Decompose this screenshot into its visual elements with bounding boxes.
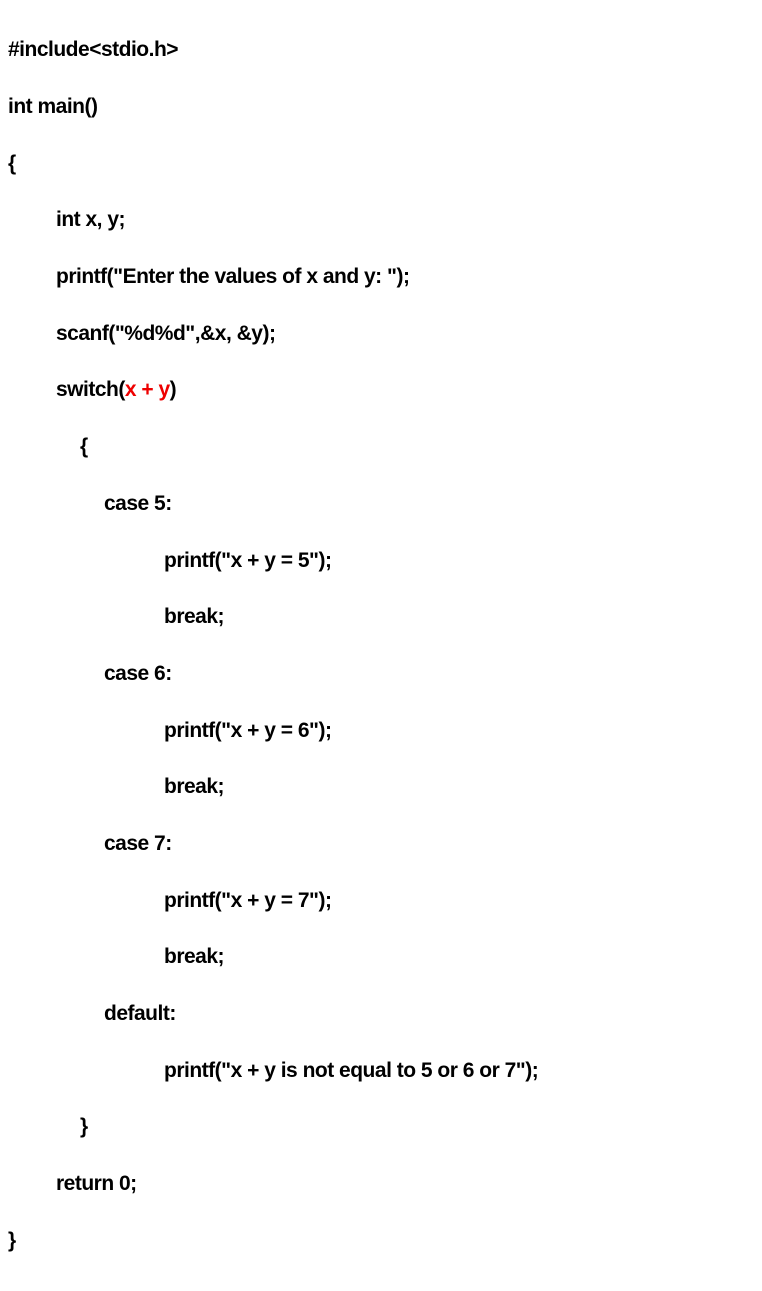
code-line-default: default: xyxy=(8,1000,754,1028)
code-line-case-6: case 6: xyxy=(8,660,754,688)
code-line-case-5: case 5: xyxy=(8,490,754,518)
code-line-main-decl: int main() xyxy=(8,93,754,121)
code-line-switch: switch(x + y) xyxy=(8,376,754,404)
code-line-return: return 0; xyxy=(8,1170,754,1198)
code-line-include: #include<stdio.h> xyxy=(8,36,754,64)
code-block: #include<stdio.h> int main() { int x, y;… xyxy=(8,8,754,1283)
code-line-break-7: break; xyxy=(8,943,754,971)
code-line-brace-open: { xyxy=(8,150,754,178)
code-line-switch-brace-open: { xyxy=(8,433,754,461)
code-line-brace-close: } xyxy=(8,1227,754,1255)
code-line-scanf: scanf("%d%d",&x, &y); xyxy=(8,320,754,348)
switch-keyword: switch( xyxy=(56,378,125,401)
code-line-var-decl: int x, y; xyxy=(8,206,754,234)
code-line-printf-prompt: printf("Enter the values of x and y: "); xyxy=(8,263,754,291)
switch-expression: x + y xyxy=(125,378,170,401)
code-line-switch-brace-close: } xyxy=(8,1113,754,1141)
code-line-printf-default: printf("x + y is not equal to 5 or 6 or … xyxy=(8,1057,754,1085)
code-line-break-6: break; xyxy=(8,773,754,801)
code-line-case-7: case 7: xyxy=(8,830,754,858)
code-line-break-5: break; xyxy=(8,603,754,631)
switch-close-paren: ) xyxy=(170,378,177,401)
code-line-printf-6: printf("x + y = 6"); xyxy=(8,717,754,745)
code-line-printf-5: printf("x + y = 5"); xyxy=(8,547,754,575)
code-line-printf-7: printf("x + y = 7"); xyxy=(8,887,754,915)
